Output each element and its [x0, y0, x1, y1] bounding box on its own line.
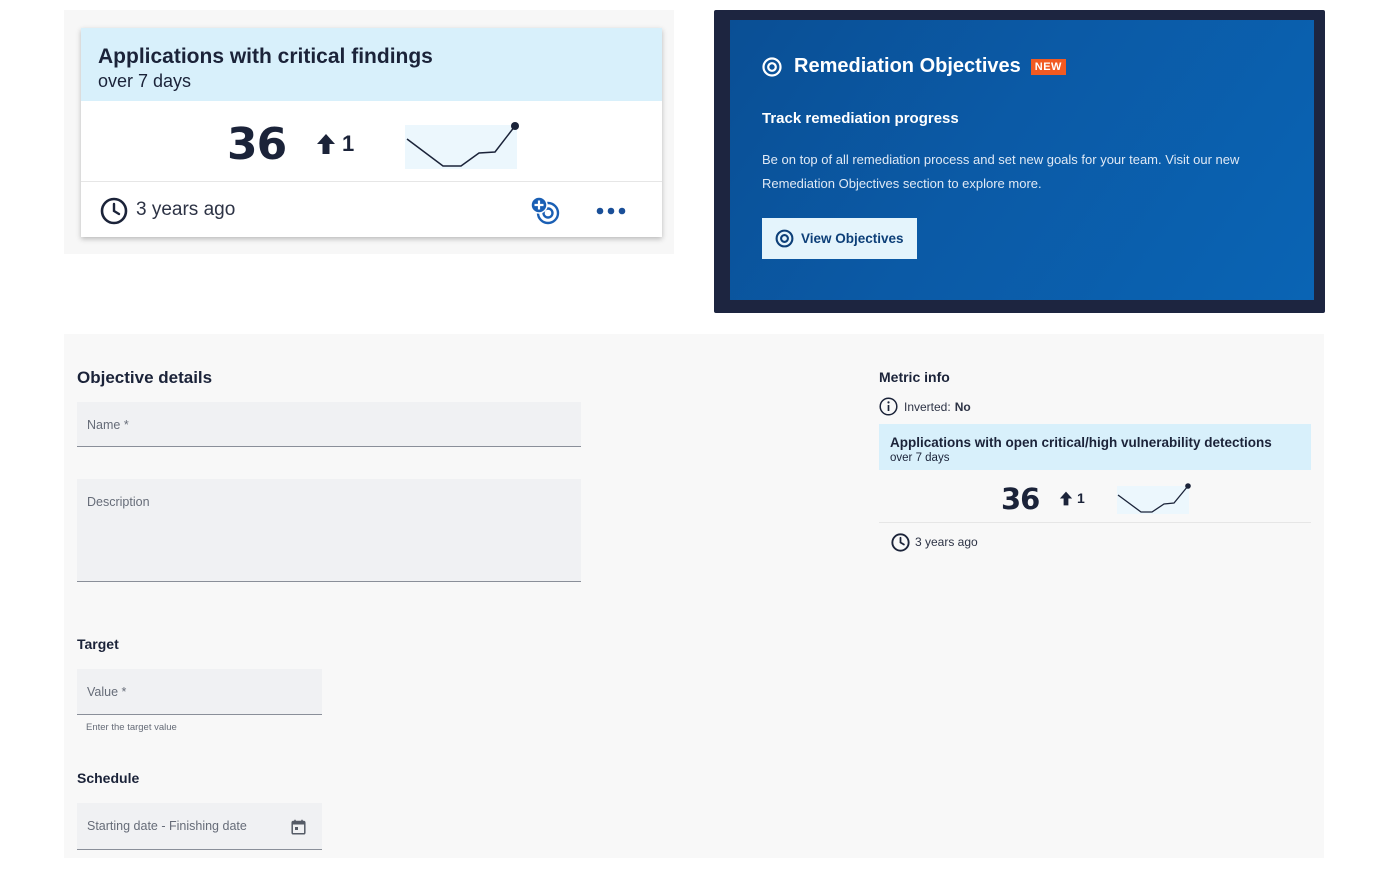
inverted-value: No	[954, 399, 971, 414]
metric-trend-value: 1	[342, 131, 355, 156]
view-objectives-button[interactable]: View Objectives	[762, 218, 917, 259]
new-badge: NEW	[1030, 58, 1066, 75]
clock-icon	[891, 533, 910, 552]
metric-info-card-body: 36 1	[879, 470, 1311, 523]
metric-info-trend-value: 1	[1077, 490, 1085, 506]
schedule-title: Schedule	[77, 770, 140, 786]
metric-info-card-header: Applications with open critical/high vul…	[879, 424, 1311, 470]
metric-info-card-footer: 3 years ago	[879, 523, 1311, 559]
metric-card[interactable]: Applications with critical findings over…	[81, 28, 662, 237]
metric-info-card-subtitle: over 7 days	[890, 452, 950, 464]
value-placeholder: Value *	[87, 685, 127, 699]
metric-card-body: 36 1	[81, 101, 662, 182]
arrow-up-icon	[317, 134, 335, 154]
view-objectives-label: View Objectives	[801, 231, 904, 246]
promo-frame: Remediation Objectives NEW Track remedia…	[714, 10, 1325, 313]
metric-info-trend: 1	[1059, 490, 1085, 506]
add-goal-icon[interactable]	[529, 196, 561, 226]
inverted-info: Inverted: No	[879, 397, 971, 416]
target-value-input[interactable]: Value *	[77, 669, 322, 715]
metric-card-subtitle: over 7 days	[98, 71, 192, 91]
inverted-label: Inverted:	[904, 399, 951, 414]
metric-value: 36	[227, 119, 287, 170]
arrow-up-icon	[1059, 491, 1073, 505]
objective-form-panel: Objective details Name * Description Tar…	[64, 334, 1324, 858]
name-placeholder: Name *	[87, 418, 129, 432]
description-textarea[interactable]: Description	[77, 479, 581, 582]
promo-title-row: Remediation Objectives NEW	[762, 55, 1066, 78]
metric-info-value: 36	[1001, 482, 1040, 516]
description-placeholder: Description	[87, 495, 150, 509]
more-options-icon[interactable]	[595, 206, 627, 216]
clock-icon	[100, 197, 128, 225]
metric-info-card: Applications with open critical/high vul…	[879, 424, 1311, 559]
metric-trend: 1	[316, 131, 354, 157]
promo-title: Remediation Objectives	[794, 55, 1021, 77]
date-range-input[interactable]: Starting date - Finishing date	[77, 803, 322, 850]
info-icon	[879, 397, 898, 416]
metric-card-title: Applications with critical findings	[98, 45, 433, 68]
sparkline-chart	[1117, 483, 1191, 514]
metric-card-header: Applications with critical findings over…	[81, 28, 662, 101]
target-icon	[775, 229, 794, 248]
metric-info-updated-time: 3 years ago	[915, 535, 978, 549]
value-helper-text: Enter the target value	[86, 722, 177, 733]
name-input[interactable]: Name *	[77, 402, 581, 447]
metric-updated-time: 3 years ago	[136, 199, 236, 220]
promo-subtitle: Track remediation progress	[762, 110, 959, 127]
promo-description: Be on top of all remediation process and…	[762, 152, 1240, 191]
metric-info-title: Metric info	[879, 369, 950, 385]
objective-details-title: Objective details	[77, 368, 213, 387]
target-title: Target	[77, 636, 119, 652]
metric-info-card-title: Applications with open critical/high vul…	[890, 435, 1272, 450]
target-icon	[762, 56, 782, 77]
date-placeholder: Starting date - Finishing date	[87, 819, 247, 833]
metric-card-footer: 3 years ago	[81, 182, 662, 237]
calendar-icon[interactable]	[291, 819, 306, 835]
remediation-promo-banner: Remediation Objectives NEW Track remedia…	[730, 20, 1314, 300]
sparkline-chart	[405, 122, 519, 169]
